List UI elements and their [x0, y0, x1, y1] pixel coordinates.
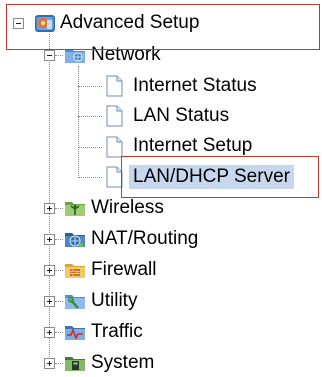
tree-node-label[interactable]: Traffic	[91, 320, 143, 344]
traffic-icon	[65, 326, 85, 340]
page-icon	[106, 166, 123, 188]
tree-node-label[interactable]: Utility	[91, 289, 137, 313]
system-icon	[65, 357, 85, 371]
tree-node-label[interactable]: NAT/Routing	[91, 227, 198, 251]
firewall-icon	[65, 264, 85, 278]
collapse-toggle[interactable]	[44, 50, 55, 61]
tree-node-label[interactable]: Internet Setup	[133, 134, 252, 158]
tree-connector	[78, 177, 102, 178]
tree-connector	[78, 66, 79, 178]
expand-toggle[interactable]	[44, 296, 55, 307]
wireless-icon	[65, 202, 85, 216]
expand-toggle[interactable]	[44, 327, 55, 338]
tree-node-label[interactable]: Advanced Setup	[60, 11, 199, 35]
page-icon	[106, 136, 123, 158]
collapse-toggle[interactable]	[13, 18, 24, 29]
tree-connector	[55, 332, 63, 333]
tree-connector	[55, 208, 63, 209]
tree-node-label[interactable]: Internet Status	[133, 74, 257, 98]
expand-toggle[interactable]	[44, 203, 55, 214]
tree-connector	[55, 363, 63, 364]
tree-connector	[78, 147, 102, 148]
page-icon	[106, 75, 123, 97]
tree-connector	[78, 116, 102, 117]
expand-toggle[interactable]	[44, 265, 55, 276]
network-folder-icon	[65, 49, 85, 63]
tree-connector	[55, 301, 63, 302]
tree-node-label[interactable]: Wireless	[91, 196, 164, 220]
tree-node-label[interactable]: LAN Status	[133, 104, 229, 128]
tree-connector	[55, 270, 63, 271]
tree-connector	[55, 55, 63, 56]
tree-node-label[interactable]: Firewall	[91, 258, 156, 282]
nat-routing-icon	[65, 233, 85, 248]
tree-node-label[interactable]: Network	[91, 43, 161, 67]
utility-icon	[65, 295, 85, 309]
page-icon	[106, 105, 123, 127]
tree-connector	[49, 34, 50, 367]
tree-connector	[78, 86, 102, 87]
navigation-tree: Advanced Setup Network Internet Status L…	[0, 0, 322, 377]
advanced-setup-icon	[35, 15, 55, 32]
tree-node-label-selected[interactable]: LAN/DHCP Server	[129, 165, 294, 189]
expand-toggle[interactable]	[44, 358, 55, 369]
tree-connector	[55, 239, 63, 240]
tree-node-label[interactable]: System	[91, 351, 154, 375]
expand-toggle[interactable]	[44, 234, 55, 245]
